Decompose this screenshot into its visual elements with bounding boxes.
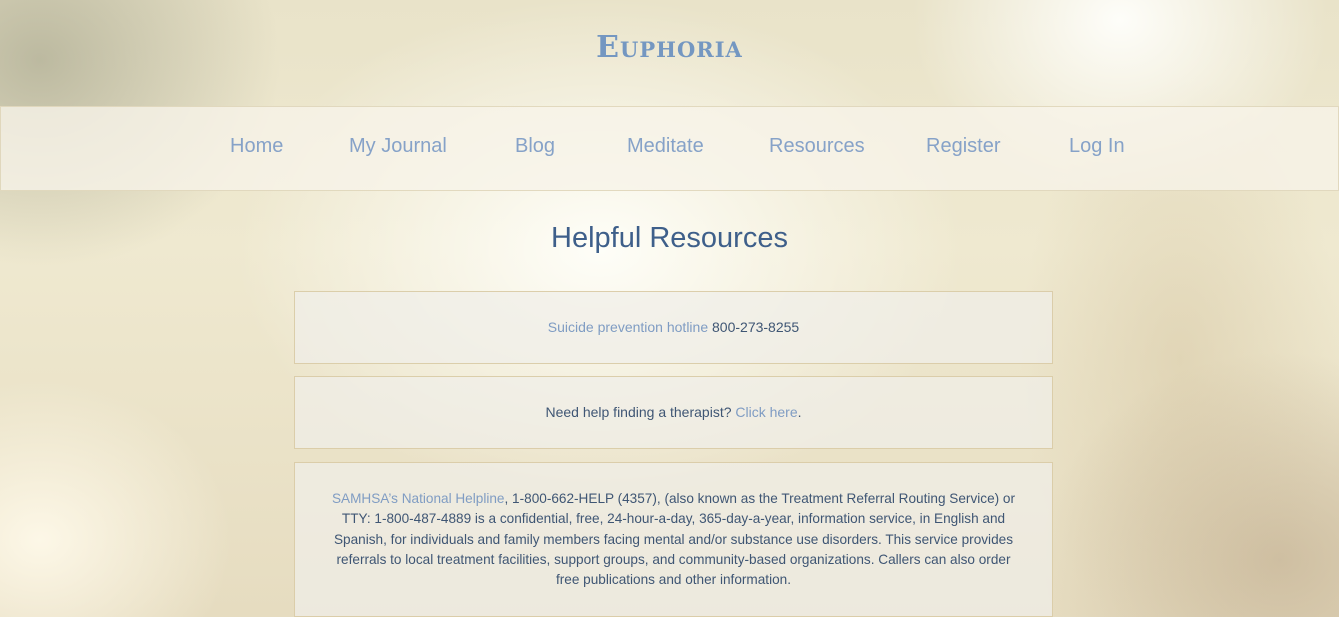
therapist-card: Need help finding a therapist? Click her…	[294, 376, 1053, 449]
therapist-punct: .	[797, 404, 802, 420]
nav-item-resources[interactable]: Resources	[769, 135, 865, 158]
samhsa-link[interactable]: SAMHSA’s National Helpline	[332, 491, 505, 506]
hotline-number: 800-273-8255	[712, 319, 800, 335]
nav-item-my-journal[interactable]: My Journal	[349, 135, 447, 158]
hotline-card: Suicide prevention hotline 800-273-8255	[294, 291, 1053, 364]
nav-item-log-in[interactable]: Log In	[1069, 135, 1125, 158]
main-nav: Home My Journal Blog Meditate Resources …	[0, 106, 1339, 191]
page-title: Helpful Resources	[551, 222, 788, 254]
therapist-link[interactable]: Click here	[735, 404, 797, 420]
samhsa-card: SAMHSA’s National Helpline, 1-800-662-HE…	[294, 462, 1053, 617]
site-logo[interactable]: Euphoria	[0, 30, 1339, 65]
therapist-text: Need help finding a therapist?	[545, 404, 732, 420]
nav-item-blog[interactable]: Blog	[515, 135, 555, 158]
hotline-link[interactable]: Suicide prevention hotline	[548, 319, 708, 335]
site-header: Euphoria	[0, 0, 1339, 106]
nav-item-register[interactable]: Register	[926, 135, 1000, 158]
nav-item-meditate[interactable]: Meditate	[627, 135, 704, 158]
nav-item-home[interactable]: Home	[230, 135, 283, 158]
